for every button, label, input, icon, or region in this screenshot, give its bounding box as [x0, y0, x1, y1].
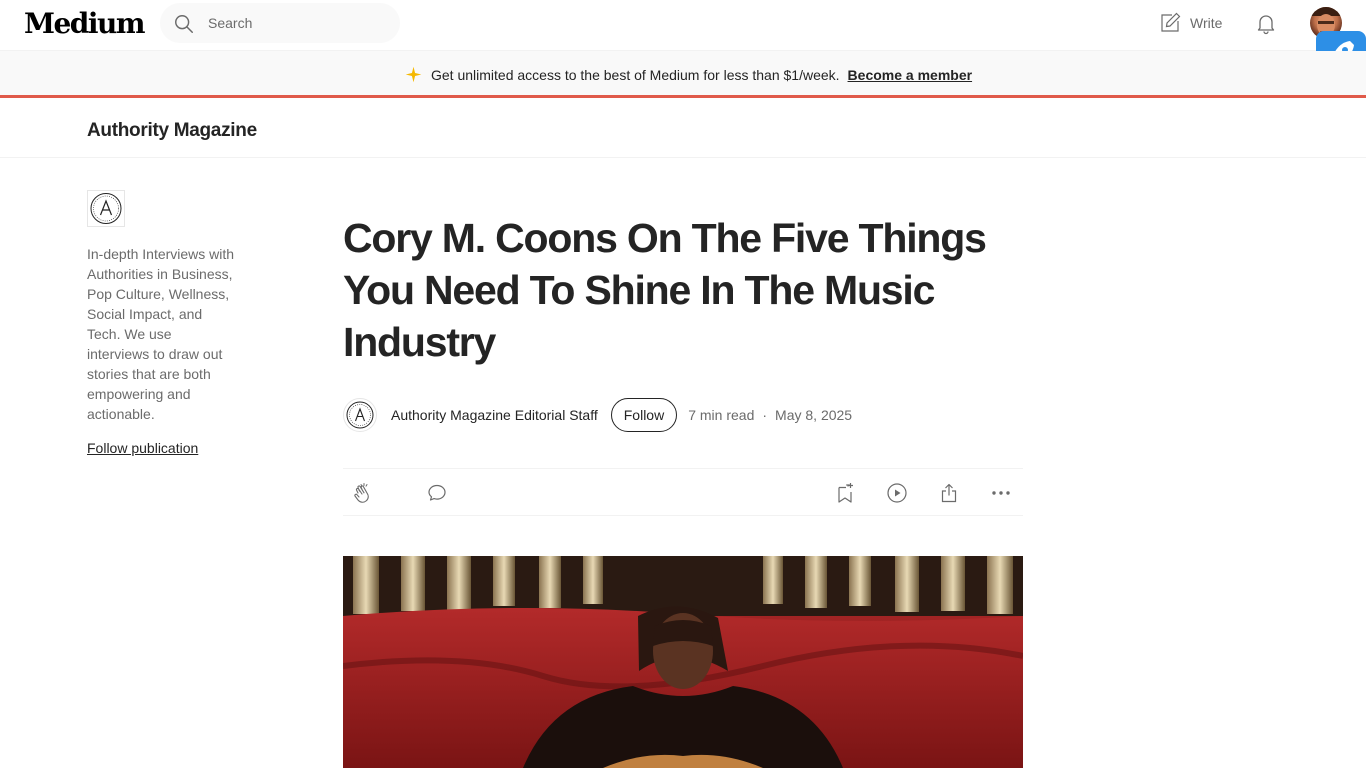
top-navigation-bar: Medium Search Write: [0, 0, 1366, 51]
search-icon: [175, 15, 193, 33]
membership-banner: Get unlimited access to the best of Medi…: [0, 51, 1366, 98]
meta-separator: ·: [762, 407, 768, 423]
author-avatar-emblem: [346, 401, 374, 429]
author-name[interactable]: Authority Magazine Editorial Staff: [391, 407, 598, 423]
write-label: Write: [1190, 15, 1223, 31]
play-icon[interactable]: [885, 481, 909, 505]
write-icon: [1161, 12, 1181, 32]
article-byline: Authority Magazine Editorial Staff Follo…: [343, 397, 852, 433]
medium-logo[interactable]: Medium: [24, 7, 146, 40]
banner-text: Get unlimited access to the best of Medi…: [431, 66, 840, 83]
author-avatar[interactable]: [343, 398, 377, 432]
search-input[interactable]: Search: [208, 15, 252, 31]
article-action-bar: [343, 468, 1023, 516]
bell-icon[interactable]: [1254, 11, 1278, 35]
share-icon[interactable]: [937, 481, 961, 505]
follow-author-button[interactable]: Follow: [610, 398, 678, 432]
clap-icon[interactable]: [351, 481, 375, 505]
comment-icon[interactable]: [425, 481, 449, 505]
publication-name[interactable]: Authority Magazine: [87, 120, 257, 142]
publication-description: In-depth Interviews with Authorities in …: [87, 246, 235, 422]
bookmark-add-icon[interactable]: [833, 481, 857, 505]
read-time: 7 min read: [688, 407, 755, 423]
more-icon[interactable]: [989, 481, 1013, 505]
become-member-link[interactable]: Become a member: [848, 67, 973, 83]
article-title: Cory M. Coons On The Five Things You Nee…: [343, 215, 987, 365]
search-box[interactable]: Search: [160, 3, 400, 43]
article-hero-image: [343, 556, 1023, 768]
publication-logo[interactable]: [87, 190, 125, 227]
follow-publication-link[interactable]: Follow publication: [87, 440, 198, 456]
publication-logo-emblem: [90, 193, 122, 224]
write-button[interactable]: Write: [1158, 11, 1222, 35]
hero-photo: [343, 556, 1023, 768]
sparkle-icon: [405, 66, 422, 83]
publication-bar: Authority Magazine: [0, 100, 1366, 158]
publish-date: May 8, 2025: [775, 407, 853, 423]
